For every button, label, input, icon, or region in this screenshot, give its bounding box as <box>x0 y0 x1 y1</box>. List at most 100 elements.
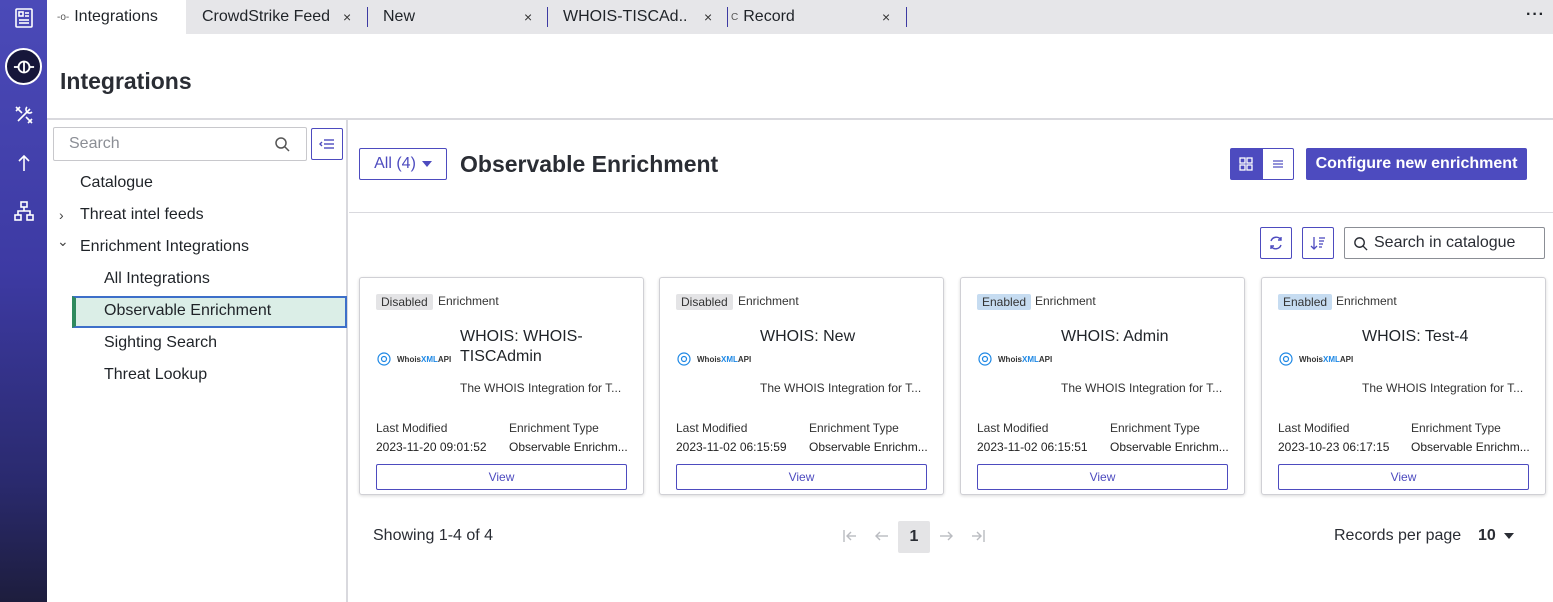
card-description: The WHOIS Integration for T... <box>1061 381 1223 395</box>
chevron-down-icon[interactable]: ⌄ <box>57 233 69 250</box>
configure-new-enrichment-button[interactable]: Configure new enrichment <box>1306 148 1527 180</box>
enrichment-type-label: Enrichment Type <box>809 421 899 435</box>
enrichment-type-label: Enrichment Type <box>509 421 599 435</box>
status-badge: Enabled <box>1278 294 1333 310</box>
record-icon: C <box>731 11 739 23</box>
close-icon[interactable]: × <box>524 9 532 25</box>
nav-item-enrichment-integrations[interactable]: Enrichment Integrations <box>80 231 249 263</box>
search-icon[interactable] <box>274 136 290 157</box>
view-button[interactable]: View <box>1278 464 1529 490</box>
tab-whois-tiscadmin[interactable]: WHOIS-TISCAd... × <box>563 0 723 34</box>
view-button[interactable]: View <box>376 464 627 490</box>
nav-item-all-integrations[interactable]: All Integrations <box>104 263 210 295</box>
list-view-button[interactable] <box>1262 148 1294 180</box>
nav-item-sighting-search[interactable]: Sighting Search <box>104 327 217 359</box>
integrations-icon: -o- <box>57 11 70 23</box>
card-name: WHOIS: Test-4 <box>1362 328 1469 345</box>
sort-button[interactable] <box>1302 227 1334 259</box>
tab-divider <box>367 7 368 27</box>
integration-card: Enabled Enrichment WhoisXMLAPI WHOIS: Ad… <box>960 277 1245 495</box>
card-type: Enrichment <box>438 294 499 308</box>
tab-divider <box>727 7 728 27</box>
collapse-nav-button[interactable] <box>311 128 343 160</box>
page-title: Integrations <box>60 68 192 94</box>
search-icon <box>1353 236 1368 256</box>
card-type: Enrichment <box>1336 294 1397 308</box>
section-title: Observable Enrichment <box>460 151 719 177</box>
refresh-icon <box>1270 236 1282 250</box>
sort-icon <box>1310 237 1325 250</box>
enrichment-type-value: Observable Enrichm... <box>509 440 628 454</box>
next-page-icon[interactable] <box>938 529 954 548</box>
filter-dropdown[interactable]: All (4) <box>359 148 447 180</box>
whoisxmlapi-logo: WhoisXMLAPI <box>977 351 1052 367</box>
last-modified-label: Last Modified <box>376 421 448 435</box>
refresh-button[interactable] <box>1260 227 1292 259</box>
whoisxmlapi-logo: WhoisXMLAPI <box>1278 351 1353 367</box>
nav-item-threat-lookup[interactable]: Threat Lookup <box>104 359 207 391</box>
tab-integrations[interactable]: -o- Integrations <box>47 0 186 34</box>
enrichment-type-value: Observable Enrichm... <box>1110 440 1229 454</box>
integration-card: Disabled Enrichment WhoisXMLAPI WHOIS: W… <box>359 277 644 495</box>
main-divider <box>349 212 1553 213</box>
whoisxmlapi-logo: WhoisXMLAPI <box>376 351 451 367</box>
whoisxmlapi-logo: WhoisXMLAPI <box>676 351 751 367</box>
previous-page-icon[interactable] <box>874 529 890 548</box>
view-button[interactable]: View <box>977 464 1228 490</box>
chevron-right-icon[interactable]: › <box>59 207 64 223</box>
enrichment-type-value: Observable Enrichm... <box>809 440 928 454</box>
tools-icon[interactable] <box>0 97 47 133</box>
tab-record[interactable]: C Record × <box>731 0 901 34</box>
last-modified-value: 2023-11-20 09:01:52 <box>376 440 487 454</box>
enrichment-type-label: Enrichment Type <box>1110 421 1200 435</box>
last-page-icon[interactable] <box>970 529 986 548</box>
tab-crowdstrike-feed[interactable]: CrowdStrike Feed × <box>202 0 362 34</box>
close-icon[interactable]: × <box>704 9 712 25</box>
last-modified-value: 2023-11-02 06:15:59 <box>676 440 787 454</box>
dashboard-icon[interactable] <box>0 0 47 36</box>
enrichment-type-value: Observable Enrichm... <box>1411 440 1530 454</box>
caret-down-icon <box>421 161 432 167</box>
last-modified-label: Last Modified <box>676 421 748 435</box>
card-description: The WHOIS Integration for T... <box>760 381 922 395</box>
main-content: All (4) Observable Enrichment Configure … <box>349 120 1553 602</box>
tab-divider <box>906 7 907 27</box>
card-type: Enrichment <box>738 294 799 308</box>
list-icon <box>1273 160 1283 168</box>
nav-item-observable-enrichment[interactable]: Observable Enrichment <box>104 295 271 327</box>
app-rail <box>0 0 47 602</box>
tab-divider <box>547 7 548 27</box>
integration-card: Enabled Enrichment WhoisXMLAPI WHOIS: Te… <box>1261 277 1546 495</box>
view-button[interactable]: View <box>676 464 927 490</box>
card-name: WHOIS: Admin <box>1061 328 1169 345</box>
card-name: WHOIS: New <box>760 328 856 345</box>
card-type: Enrichment <box>1035 294 1096 308</box>
more-icon[interactable]: ··· <box>1526 6 1545 24</box>
last-modified-label: Last Modified <box>977 421 1049 435</box>
status-badge: Enabled <box>977 294 1032 310</box>
close-icon[interactable]: × <box>882 9 890 25</box>
showing-count: Showing 1-4 of 4 <box>373 527 494 544</box>
tab-new[interactable]: New × <box>383 0 543 34</box>
nav-item-catalogue[interactable]: Catalogue <box>80 167 153 199</box>
records-per-page-dropdown[interactable]: 10 <box>1478 527 1515 545</box>
last-modified-value: 2023-11-02 06:15:51 <box>977 440 1088 454</box>
current-page-button[interactable]: 1 <box>898 521 930 553</box>
last-modified-value: 2023-10-23 06:17:15 <box>1278 440 1390 454</box>
card-name: WHOIS: WHOIS-TISCAdmin <box>460 328 583 365</box>
nav-item-threat-intel-feeds[interactable]: Threat intel feeds <box>80 199 204 231</box>
tab-bar: -o- Integrations CrowdStrike Feed × New … <box>47 0 1553 34</box>
grid-view-button[interactable] <box>1230 148 1262 180</box>
status-badge: Disabled <box>676 294 733 310</box>
collapse-list-icon <box>319 139 334 149</box>
enrichment-type-label: Enrichment Type <box>1411 421 1501 435</box>
grid-icon <box>1239 157 1253 171</box>
integrations-rail-icon[interactable] <box>5 48 42 85</box>
nav-search-input[interactable]: Search <box>53 127 307 161</box>
close-icon[interactable]: × <box>343 9 351 25</box>
integration-card: Disabled Enrichment WhoisXMLAPI WHOIS: N… <box>659 277 944 495</box>
network-icon[interactable] <box>0 193 47 229</box>
catalog-search-input[interactable]: Search in catalogue <box>1344 227 1545 259</box>
upload-icon[interactable] <box>0 145 47 181</box>
first-page-icon[interactable] <box>842 529 858 548</box>
